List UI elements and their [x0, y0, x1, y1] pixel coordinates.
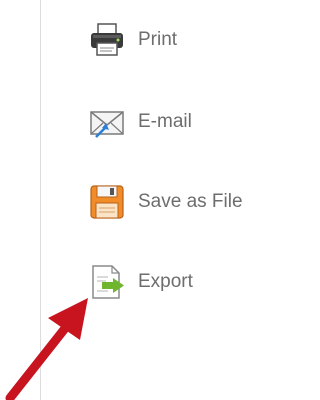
floppy-disk-icon	[88, 183, 126, 221]
menu-item-save-as-file[interactable]: Save as File	[88, 180, 243, 224]
menu-item-label: Print	[138, 29, 178, 50]
annotation-arrow	[0, 290, 110, 400]
menu-item-label: E-mail	[138, 111, 192, 132]
menu-item-print[interactable]: Print	[88, 18, 177, 62]
menu-item-label: Export	[138, 271, 193, 292]
printer-icon	[88, 21, 126, 59]
menu-item-email[interactable]: E-mail	[88, 100, 192, 144]
menu-item-label: Save as File	[138, 191, 243, 212]
envelope-icon	[88, 103, 126, 141]
